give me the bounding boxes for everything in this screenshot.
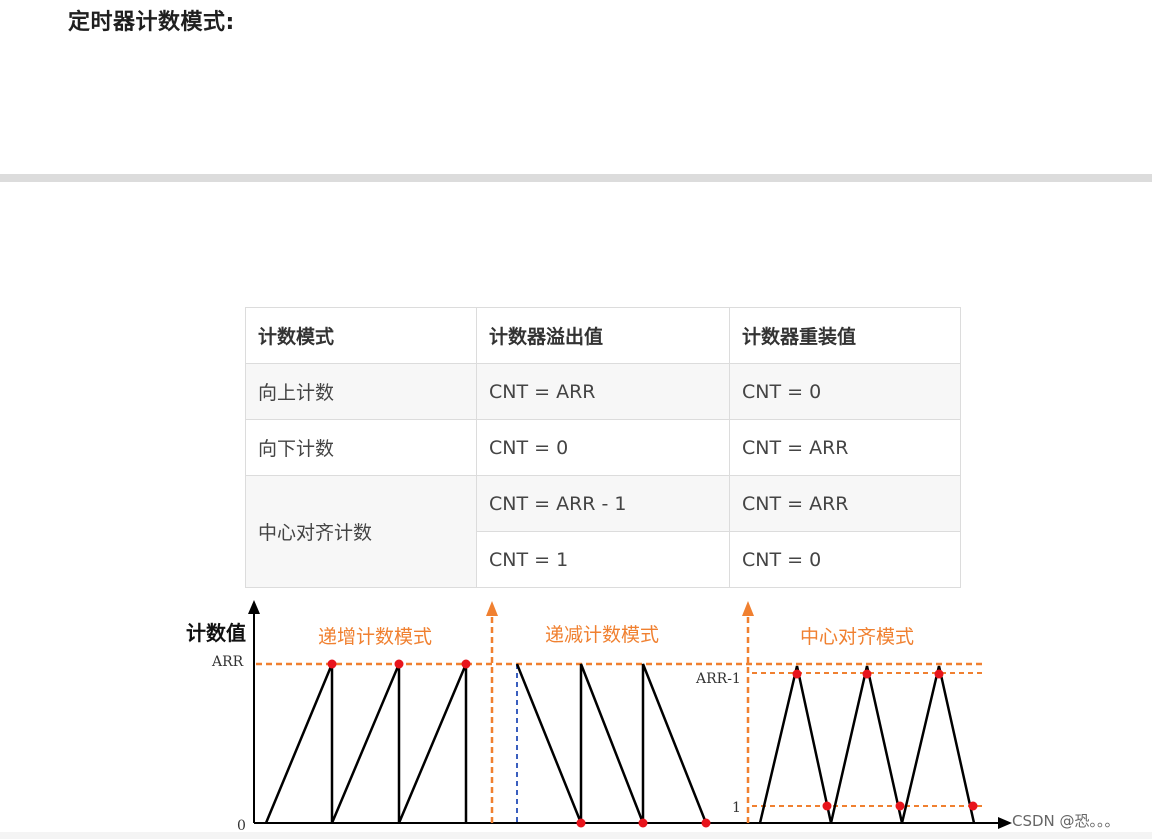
cell-mode: 中心对齐计数 (245, 475, 477, 588)
table-header-row: 计数模式 计数器溢出值 计数器重装值 (245, 307, 961, 364)
divider-arrow-2 (742, 601, 754, 823)
center-mode-title: 中心对齐模式 (800, 626, 914, 648)
section-divider (0, 174, 1152, 182)
cell-mode: 向下计数 (245, 419, 477, 476)
counter-mode-table: 计数模式 计数器溢出值 计数器重装值 向上计数 CNT = ARR CNT = … (245, 307, 961, 588)
table-row: 向上计数 CNT = ARR CNT = 0 (245, 363, 961, 420)
cell-reload: CNT = 0 (729, 363, 961, 420)
counter-mode-diagram: 计数值 ARR 0 递增计数模式 递减计数模式 中心对齐模式 ARR-1 1 (186, 600, 1012, 839)
cell-overflow: CNT = 0 (476, 419, 730, 476)
y-axis-label: 计数值 (186, 621, 246, 645)
y-axis (248, 600, 260, 823)
x-axis (254, 817, 1012, 829)
arr-minus-1-label: ARR-1 (695, 671, 741, 687)
arr-label: ARR (211, 654, 244, 670)
cell-overflow: CNT = ARR - 1 (476, 475, 730, 532)
cell-reload: CNT = ARR (729, 475, 961, 532)
one-label: 1 (732, 800, 741, 816)
cell-reload: CNT = ARR (729, 419, 961, 476)
header-overflow: 计数器溢出值 (476, 307, 730, 364)
cell-overflow: CNT = 1 (476, 531, 730, 588)
cell-overflow: CNT = ARR (476, 363, 730, 420)
section-heading: 定时器计数模式: (68, 10, 235, 35)
bottom-strip (0, 832, 1152, 839)
center-count-waveform (758, 665, 976, 824)
up-count-waveform (264, 663, 468, 824)
reload-lines (331, 664, 644, 823)
table-row: 向下计数 CNT = 0 CNT = ARR (245, 419, 961, 476)
down-count-waveform (515, 663, 708, 824)
header-mode: 计数模式 (245, 307, 477, 364)
down-mode-title: 递减计数模式 (545, 624, 659, 646)
up-mode-title: 递增计数模式 (318, 626, 432, 648)
table-row: 中心对齐计数 CNT = ARR - 1 CNT = ARR (245, 475, 961, 588)
csdn-watermark: CSDN @恐。。。 (1012, 812, 1120, 830)
cell-mode: 向上计数 (245, 363, 477, 420)
divider-arrow-1 (486, 601, 498, 823)
cell-reload: CNT = 0 (729, 531, 961, 588)
header-reload: 计数器重装值 (729, 307, 961, 364)
